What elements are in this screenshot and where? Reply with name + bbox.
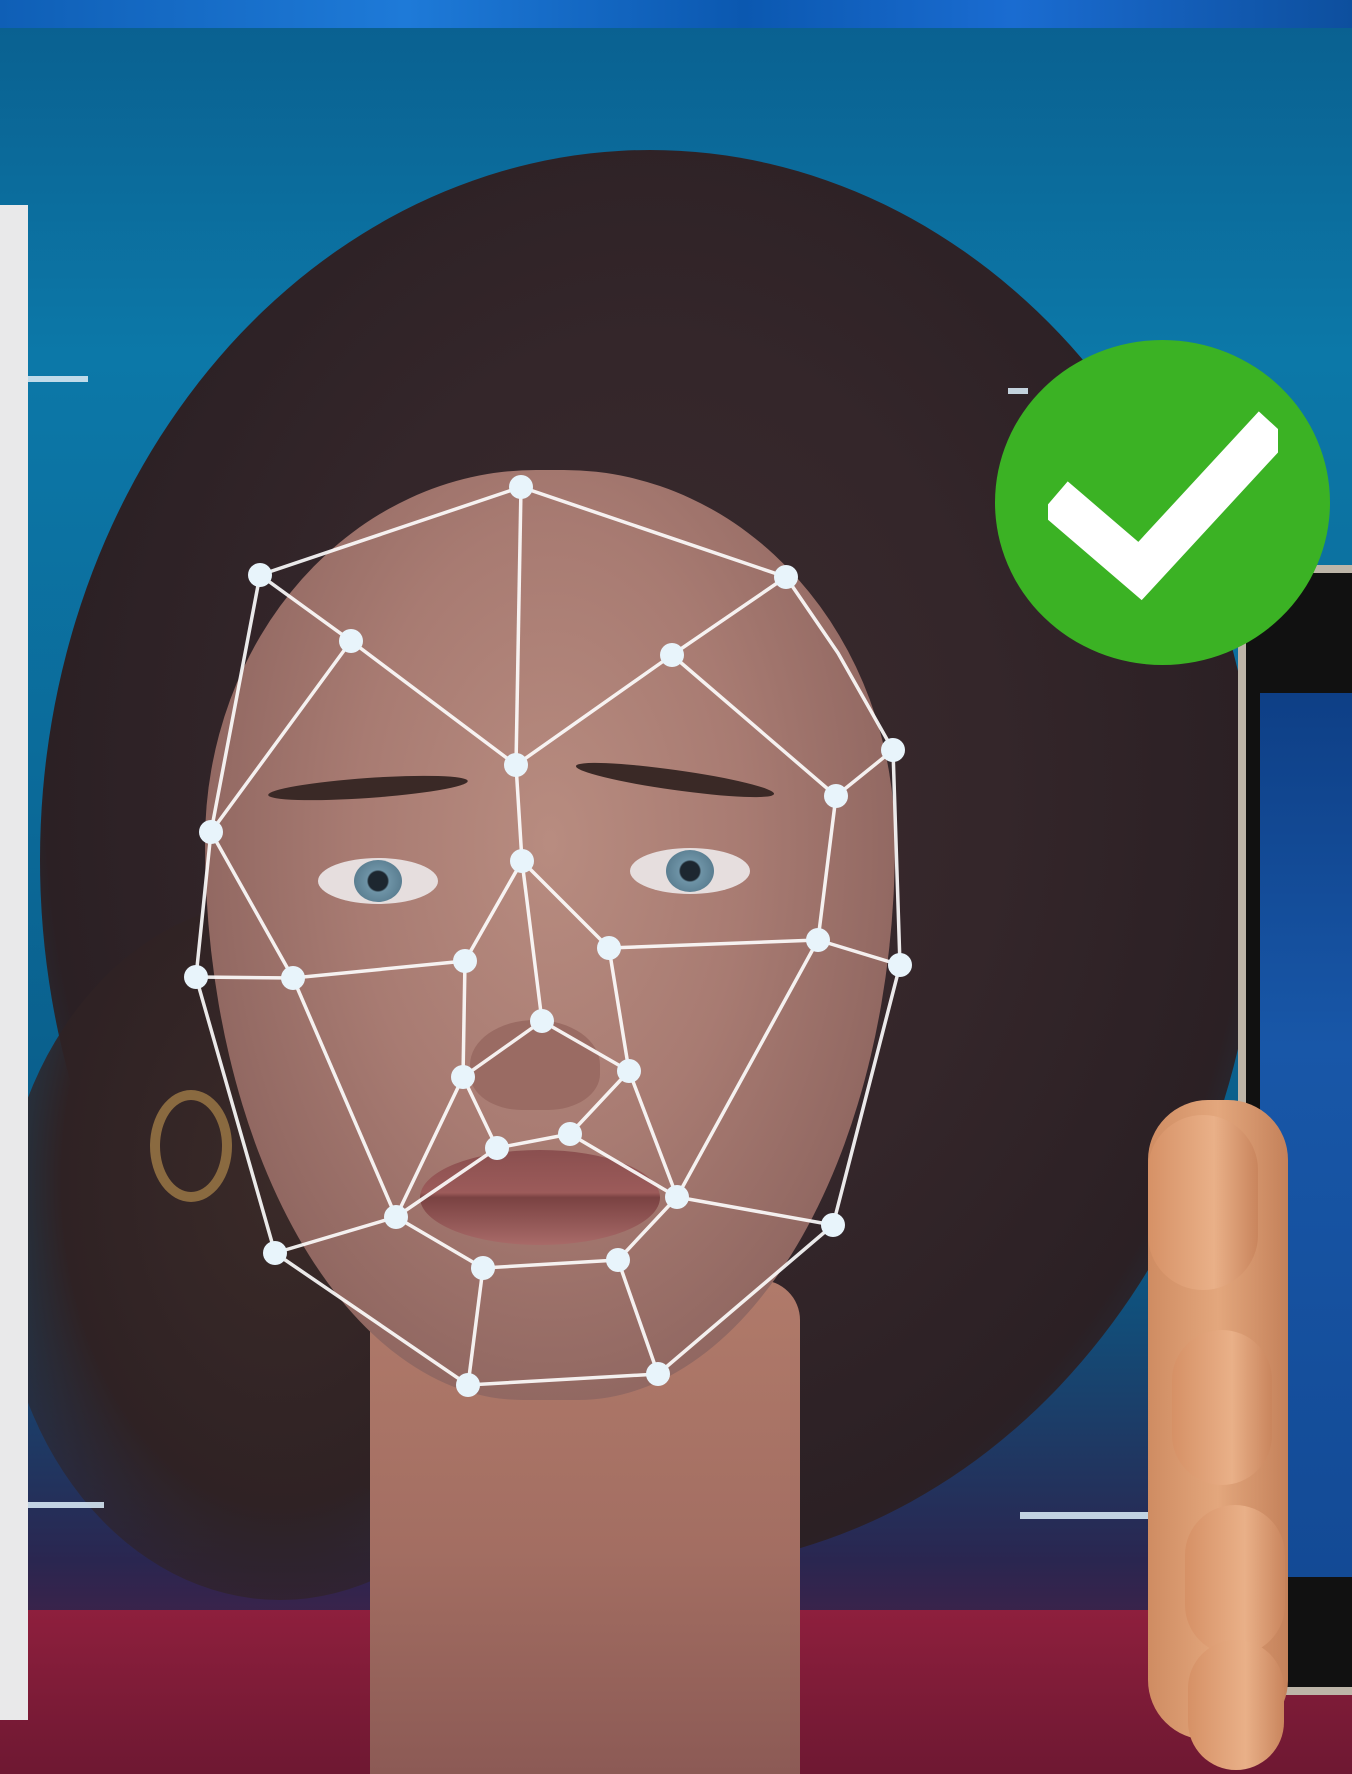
finger-4 <box>1188 1640 1284 1770</box>
landmark-points <box>184 475 912 1397</box>
finger-2 <box>1172 1330 1272 1485</box>
verified-badge <box>995 340 1330 665</box>
check-icon <box>1047 410 1278 600</box>
finger-3 <box>1185 1505 1285 1655</box>
face-scan-scene <box>0 0 1352 1774</box>
finger-1 <box>1148 1115 1258 1290</box>
left-edge-panel <box>0 205 28 1720</box>
